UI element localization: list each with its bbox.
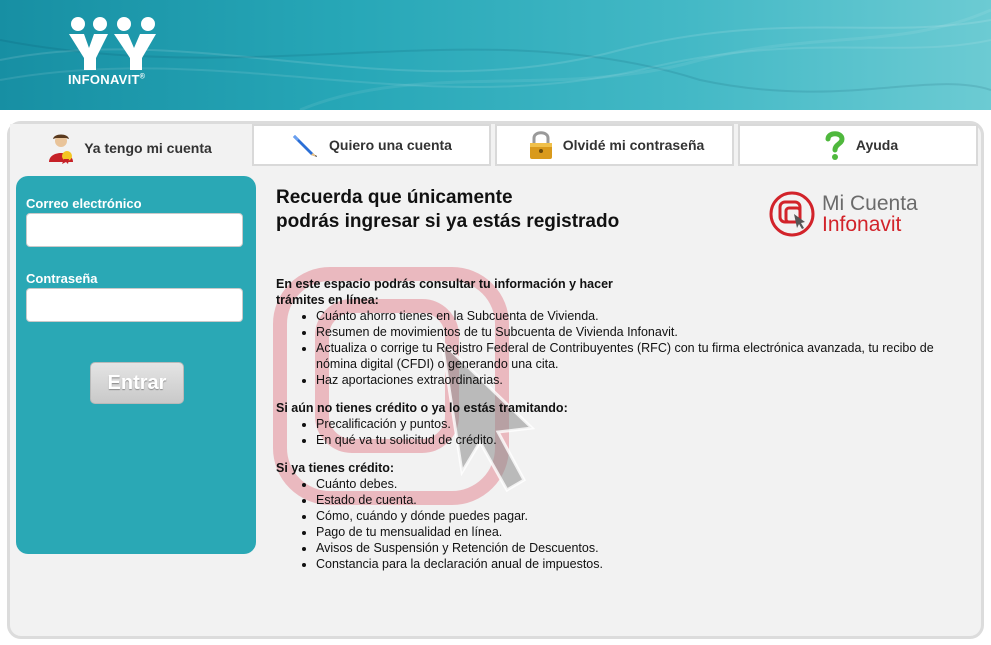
tab-label: Ayuda: [855, 137, 899, 153]
tab-quiero-una-cuenta[interactable]: Quiero una cuenta: [252, 124, 491, 166]
tab-label: Ya tengo mi cuenta: [84, 140, 212, 156]
headline-line-2: podrás ingresar si ya estás registrado: [276, 211, 620, 232]
tab-label: Olvidé mi contraseña: [562, 137, 705, 153]
list-item: Pago de tu mensualidad en línea.: [316, 524, 966, 540]
header-banner: INFONAVIT®: [0, 0, 991, 110]
user-badge-icon: [49, 134, 74, 164]
list-item: Avisos de Suspensión y Retención de Desc…: [316, 540, 966, 556]
entrar-button[interactable]: Entrar: [90, 362, 184, 404]
headline-line-1: Recuerda que únicamente: [276, 187, 513, 208]
info-content: En este espacio podrás consultar tu info…: [276, 276, 966, 584]
email-label: Correo electrónico: [26, 196, 142, 211]
page-headline: Recuerda que únicamente podrás ingresar …: [276, 186, 619, 234]
list-item: Estado de cuenta.: [316, 492, 966, 508]
list-item: Resumen de movimientos de tu Subcuenta d…: [316, 324, 966, 340]
password-label: Contraseña: [26, 271, 98, 286]
infonavit-text: Infonavit: [822, 213, 902, 236]
email-field[interactable]: [26, 213, 243, 247]
tab-ya-tengo-mi-cuenta[interactable]: Ya tengo mi cuenta: [10, 124, 248, 172]
list-item: En qué va tu solicitud de crédito.: [316, 432, 966, 448]
list-item: Cuánto ahorro tienes en la Subcuenta de …: [316, 308, 966, 324]
list-item: Actualiza o corrige tu Registro Federal …: [316, 340, 966, 372]
section-list: Cuánto debes. Estado de cuenta. Cómo, cu…: [276, 476, 966, 572]
login-box: Correo electrónico Contraseña Entrar: [16, 176, 256, 554]
list-item: Constancia para la declaración anual de …: [316, 556, 966, 572]
section-list: Precalificación y puntos. En qué va tu s…: [276, 416, 966, 448]
mi-cuenta-logo-icon: [769, 191, 815, 237]
list-item: Haz aportaciones extraordinarias.: [316, 372, 966, 388]
mi-cuenta-infonavit-logo: Mi Cuenta Infonavit: [768, 190, 918, 243]
list-item: Cómo, cuándo y dónde puedes pagar.: [316, 508, 966, 524]
tab-ayuda[interactable]: Ayuda: [738, 124, 978, 166]
section-heading: En este espacio podrás consultar tu info…: [276, 277, 613, 307]
pencil-icon: [293, 135, 318, 157]
question-mark-icon: [825, 131, 845, 160]
tab-label: Quiero una cuenta: [329, 137, 452, 153]
section-heading: Si ya tienes crédito:: [276, 461, 395, 475]
list-item: Precalificación y puntos.: [316, 416, 966, 432]
logo-wordmark: INFONAVIT®: [68, 72, 146, 87]
tab-olvide-mi-contrasena[interactable]: Olvidé mi contraseña: [495, 124, 734, 166]
password-field[interactable]: [26, 288, 243, 322]
list-item: Cuánto debes.: [316, 476, 966, 492]
section-list: Cuánto ahorro tienes en la Subcuenta de …: [276, 308, 966, 388]
section-heading: Si aún no tienes crédito o ya lo estás t…: [276, 401, 568, 415]
padlock-icon: [529, 131, 552, 159]
